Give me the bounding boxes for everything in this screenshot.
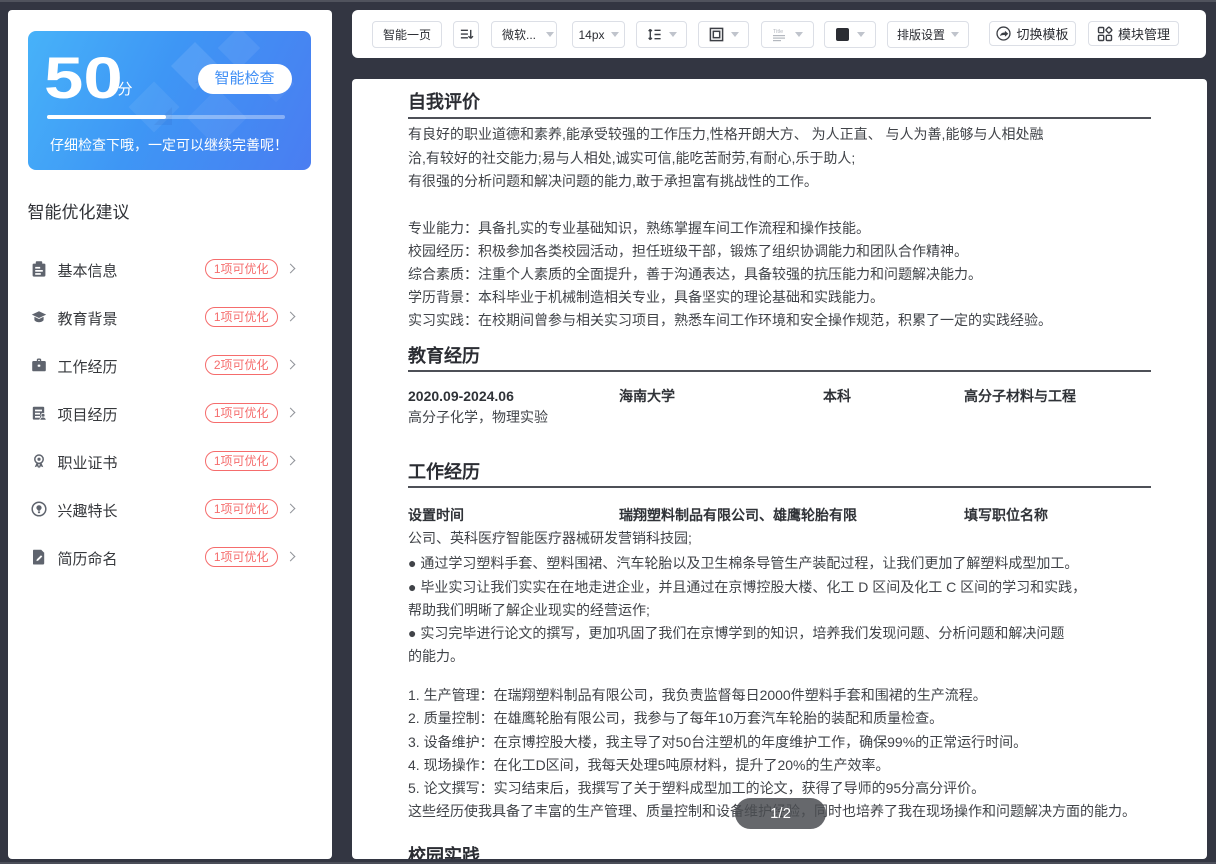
svg-text:Title: Title	[773, 29, 783, 35]
